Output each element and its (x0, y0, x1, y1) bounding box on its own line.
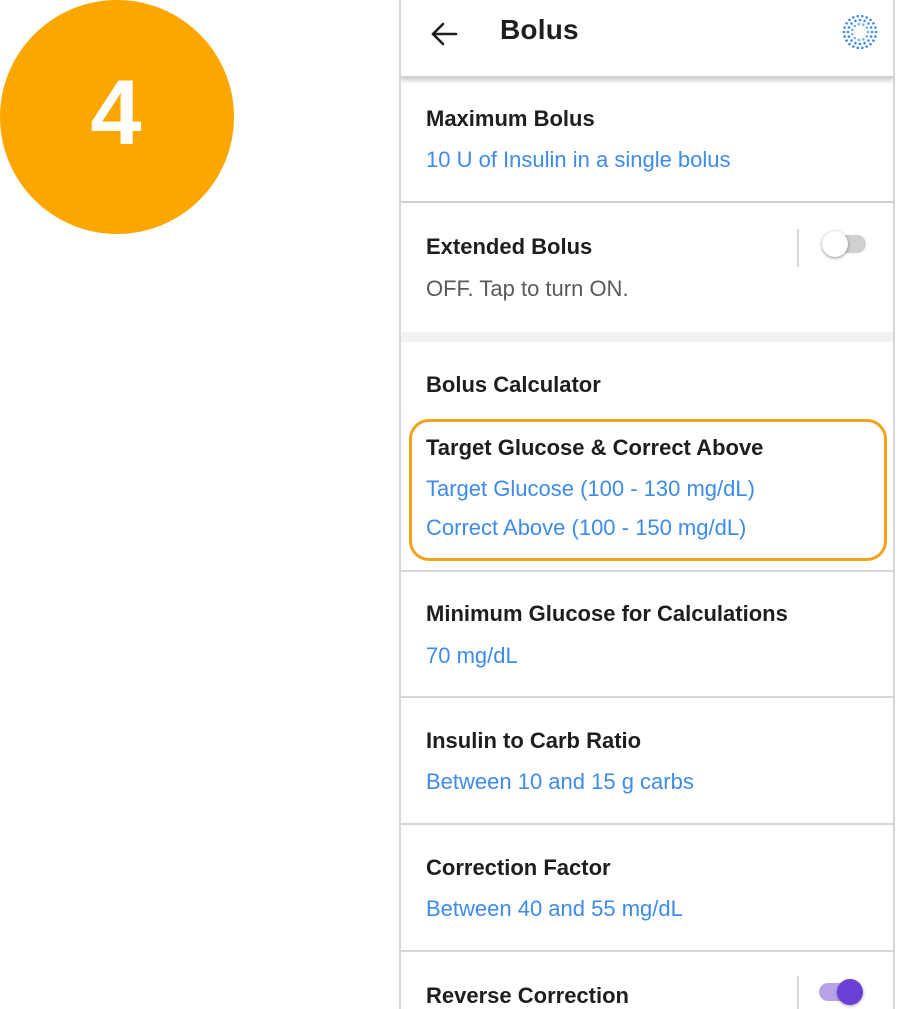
toggle-separator (797, 976, 799, 1009)
minimum-glucose-title: Minimum Glucose for Calculations (426, 601, 788, 626)
step-number: 4 (90, 62, 142, 164)
correction-factor-title: Correction Factor (426, 855, 611, 880)
reverse-correction-title: Reverse Correction (426, 983, 629, 1008)
minimum-glucose-value: 70 mg/dL (426, 643, 518, 668)
correction-factor-value: Between 40 and 55 mg/dL (426, 896, 683, 921)
bolus-calculator-section: Bolus Calculator (401, 342, 893, 412)
maximum-bolus-value: 10 U of Insulin in a single bolus (426, 147, 731, 172)
insulin-carb-ratio-title: Insulin to Carb Ratio (426, 728, 642, 753)
target-glucose-value: Target Glucose (100 - 130 mg/dL) (426, 476, 755, 501)
section-gap (401, 332, 893, 342)
extended-bolus-toggle[interactable] (822, 231, 866, 257)
maximum-bolus-title: Maximum Bolus (426, 106, 595, 131)
minimum-glucose-row[interactable]: Minimum Glucose for Calculations 70 mg/d… (401, 572, 893, 696)
extended-bolus-status: OFF. Tap to turn ON. (426, 276, 629, 301)
reverse-correction-row[interactable]: Reverse Correction (401, 952, 893, 1009)
maximum-bolus-row[interactable]: Maximum Bolus 10 U of Insulin in a singl… (401, 78, 893, 202)
correct-above-value: Correct Above (100 - 150 mg/dL) (426, 515, 747, 540)
toggle-separator (797, 229, 799, 267)
reverse-correction-toggle[interactable] (819, 979, 863, 1005)
app-bar: Bolus (401, 0, 893, 78)
extended-bolus-title: Extended Bolus (426, 234, 593, 259)
toggle-knob (822, 231, 848, 257)
insulin-carb-ratio-row[interactable]: Insulin to Carb Ratio Between 10 and 15 … (401, 698, 893, 823)
step-number-badge: 4 (0, 0, 234, 234)
insulin-carb-ratio-value: Between 10 and 15 g carbs (426, 769, 694, 794)
target-glucose-row[interactable]: Target Glucose & Correct Above Target Gl… (401, 412, 893, 570)
phone-screen: Bolus Maximum Bolus 10 U of Insulin in a… (399, 0, 895, 1009)
arrow-left-icon[interactable] (429, 20, 459, 48)
target-glucose-title: Target Glucose & Correct Above (426, 435, 764, 460)
dotted-circle-icon[interactable] (841, 8, 879, 56)
extended-bolus-row[interactable]: Extended Bolus OFF. Tap to turn ON. (401, 201, 893, 333)
toggle-knob (837, 979, 863, 1005)
page-title: Bolus (500, 14, 579, 45)
correction-factor-row[interactable]: Correction Factor Between 40 and 55 mg/d… (401, 825, 893, 950)
bolus-calculator-title: Bolus Calculator (426, 372, 601, 397)
